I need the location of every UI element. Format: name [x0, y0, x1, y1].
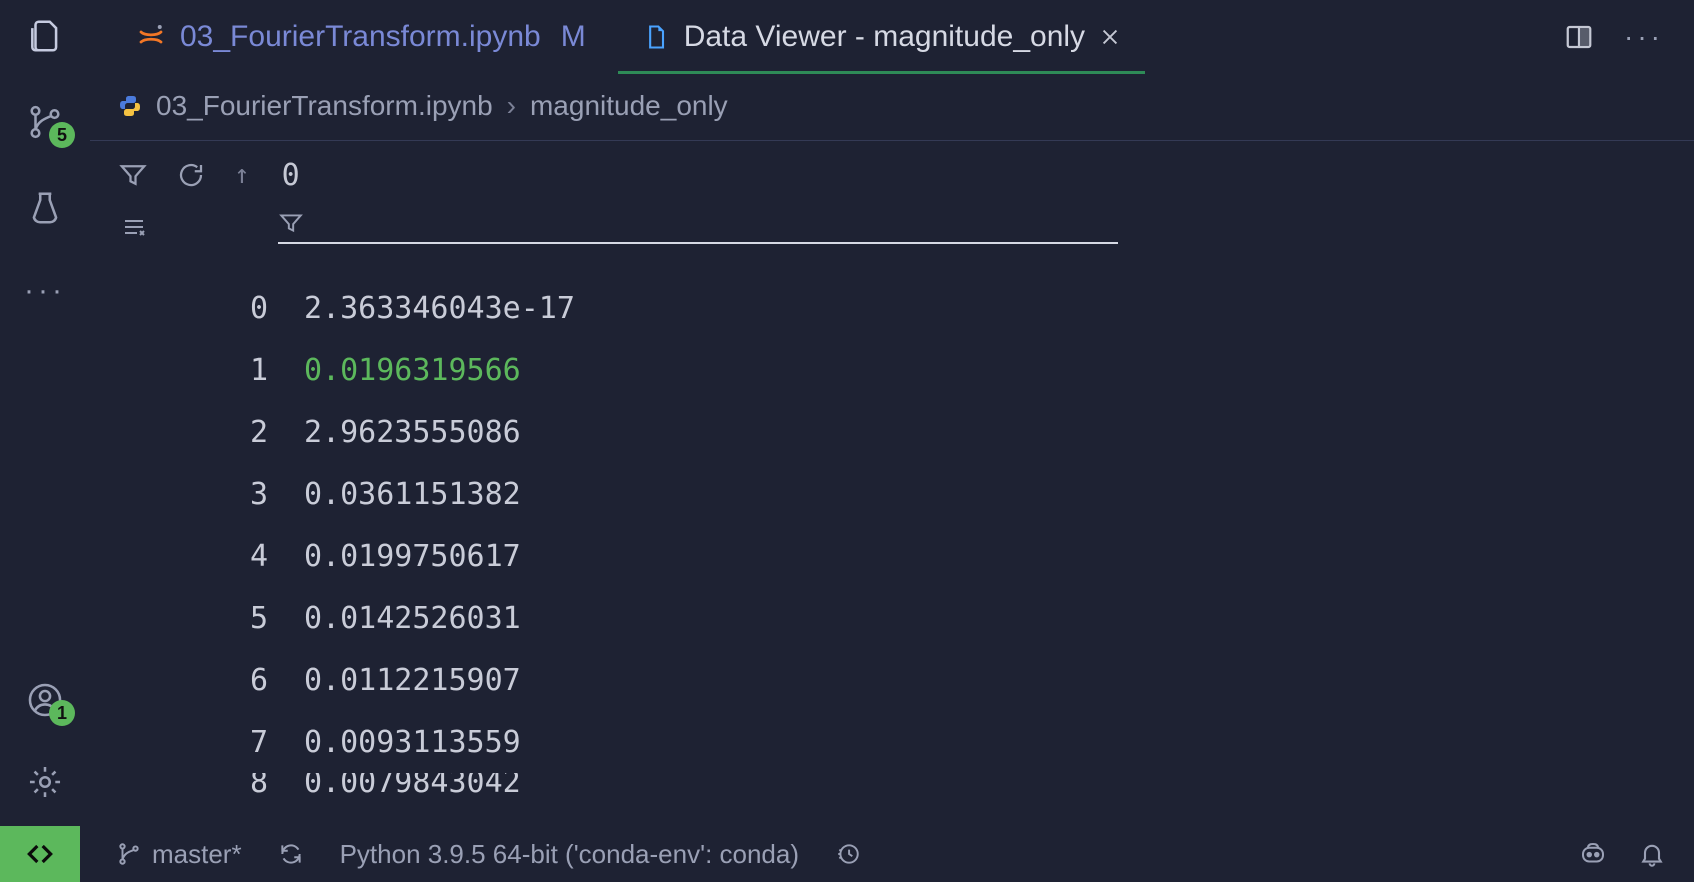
row-value: 2.9623555086 — [304, 415, 521, 450]
row-index: 1 — [238, 353, 268, 388]
data-row[interactable]: 1 0.0196319566 — [238, 339, 1666, 401]
data-row[interactable]: 8 0.0079843042 — [238, 773, 1666, 815]
breadcrumb-symbol: magnitude_only — [530, 90, 728, 122]
explorer-icon[interactable] — [25, 16, 65, 56]
activity-bar: 5 ··· 1 — [0, 0, 90, 826]
copilot-icon[interactable] — [1578, 839, 1608, 869]
more-views-icon[interactable]: ··· — [24, 274, 66, 308]
column-filter-input[interactable] — [278, 210, 1118, 244]
filter-icon[interactable] — [118, 160, 148, 190]
notifications-icon[interactable] — [1638, 840, 1666, 868]
data-row[interactable]: 5 0.0142526031 — [238, 587, 1666, 649]
breadcrumb-separator: › — [507, 90, 516, 122]
data-row[interactable]: 2 2.9623555086 — [238, 401, 1666, 463]
data-row[interactable]: 6 0.0112215907 — [238, 649, 1666, 711]
split-editor-icon[interactable] — [1564, 22, 1594, 52]
settings-gear-icon[interactable] — [25, 762, 65, 802]
tab-more-icon[interactable]: ··· — [1624, 21, 1664, 53]
accounts-badge: 1 — [49, 700, 75, 726]
row-value: 0.0112215907 — [304, 663, 521, 698]
breadcrumb-file: 03_FourierTransform.ipynb — [156, 90, 493, 122]
column-header[interactable]: 0 — [282, 158, 300, 193]
row-value: 0.0093113559 — [304, 725, 521, 760]
data-row[interactable]: 7 0.0093113559 — [238, 711, 1666, 773]
list-filter-icon[interactable] — [118, 215, 150, 239]
data-viewer: ↑ 0 0 2.363346043e-17 1 0.0196319566 2 2.9623… — [90, 141, 1694, 826]
tab-bar: 03_FourierTransform.ipynb M Data Viewer … — [90, 0, 1694, 74]
python-interpreter-status[interactable]: Python 3.9.5 64-bit ('conda-env': conda) — [322, 839, 817, 870]
row-value: 2.363346043e-17 — [304, 291, 575, 326]
data-row[interactable]: 4 0.0199750617 — [238, 525, 1666, 587]
row-index: 3 — [238, 477, 268, 512]
source-control-icon[interactable]: 5 — [25, 102, 65, 142]
breadcrumb[interactable]: 03_FourierTransform.ipynb › magnitude_on… — [90, 74, 1694, 141]
jupyter-icon — [136, 22, 166, 52]
git-branch-status[interactable]: master* — [98, 839, 260, 870]
file-icon — [642, 22, 670, 52]
tab-notebook-title: 03_FourierTransform.ipynb — [180, 20, 541, 54]
git-branch-label: master* — [152, 839, 242, 870]
row-value: 0.0142526031 — [304, 601, 521, 636]
history-status[interactable] — [817, 841, 879, 867]
row-value: 0.0079843042 — [304, 773, 521, 800]
tab-notebook[interactable]: 03_FourierTransform.ipynb M — [108, 0, 614, 74]
row-value: 0.0196319566 — [304, 353, 521, 388]
tab-data-viewer[interactable]: Data Viewer - magnitude_only — [614, 0, 1149, 74]
tab-close-icon[interactable] — [1099, 26, 1121, 48]
sync-status[interactable] — [260, 841, 322, 867]
data-row[interactable]: 3 0.0361151382 — [238, 463, 1666, 525]
accounts-icon[interactable]: 1 — [25, 680, 65, 720]
row-value: 0.0361151382 — [304, 477, 521, 512]
remote-indicator[interactable] — [0, 826, 80, 882]
row-value: 0.0199750617 — [304, 539, 521, 574]
status-bar: master* Python 3.9.5 64-bit ('conda-env'… — [0, 826, 1694, 882]
row-index: 2 — [238, 415, 268, 450]
funnel-icon — [278, 210, 304, 236]
row-index: 6 — [238, 663, 268, 698]
testing-icon[interactable] — [25, 188, 65, 228]
row-index: 7 — [238, 725, 268, 760]
row-index: 0 — [238, 291, 268, 326]
sort-up-icon[interactable]: ↑ — [234, 160, 250, 190]
tab-data-viewer-title: Data Viewer - magnitude_only — [684, 20, 1085, 54]
python-icon — [118, 94, 142, 118]
editor-group: 03_FourierTransform.ipynb M Data Viewer … — [90, 0, 1694, 826]
data-rows: 0 2.363346043e-17 1 0.0196319566 2 2.96235550… — [118, 261, 1666, 826]
scm-badge: 5 — [49, 122, 75, 148]
row-index: 8 — [238, 773, 268, 800]
refresh-icon[interactable] — [176, 160, 206, 190]
row-index: 5 — [238, 601, 268, 636]
row-index: 4 — [238, 539, 268, 574]
data-row[interactable]: 0 2.363346043e-17 — [238, 277, 1666, 339]
tab-notebook-modified: M — [561, 20, 586, 54]
